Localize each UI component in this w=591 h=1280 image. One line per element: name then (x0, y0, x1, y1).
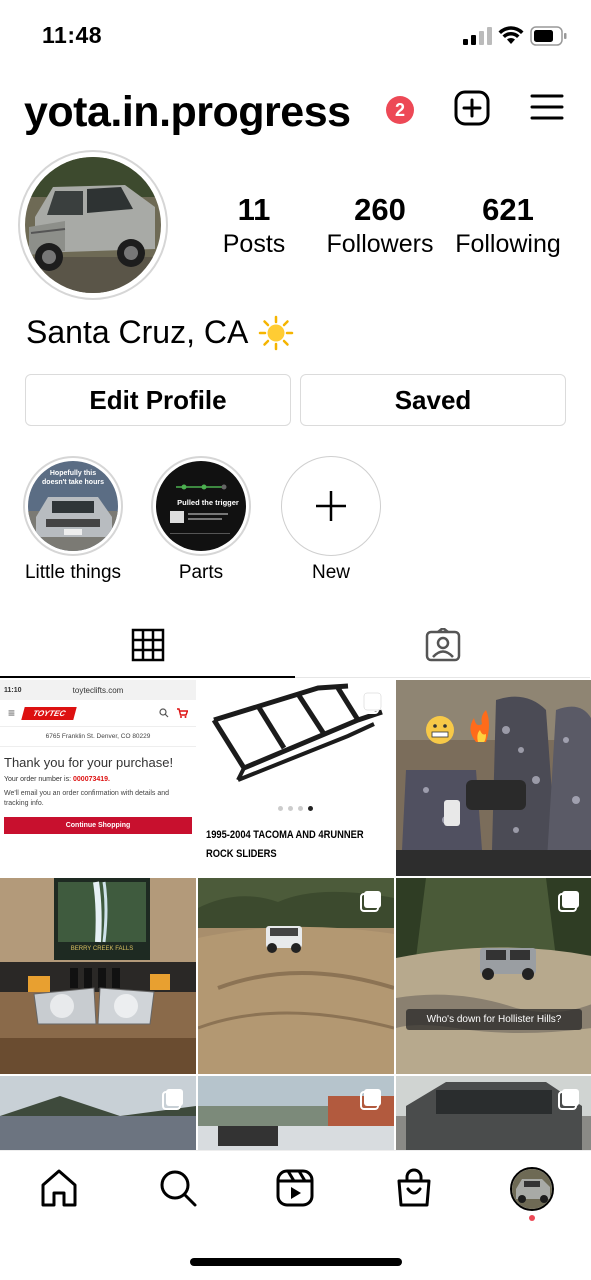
wifi-icon (498, 26, 524, 44)
carousel-icon (360, 891, 381, 912)
receipt-url: toyteclifts.com (72, 685, 124, 695)
search-icon[interactable] (157, 1167, 199, 1209)
highlight-ring: Hopefully this doesn't take hours (23, 456, 123, 556)
post-street-truck[interactable] (0, 1076, 196, 1150)
new-highlight-ring (281, 456, 381, 556)
bio-name: Santa Cruz, CA (26, 314, 294, 351)
carousel-icon (558, 891, 579, 912)
post-rock-sliders[interactable]: 1995-2004 TACOMA AND 4RUNNER ROCK SLIDER… (198, 680, 394, 876)
tab-tagged[interactable] (295, 620, 590, 678)
toytec-logo: TOYTEC (21, 706, 78, 720)
edit-profile-button[interactable]: Edit Profile (25, 374, 291, 426)
profile-tabs (0, 620, 591, 678)
highlight-label: Little things (24, 562, 122, 583)
username[interactable]: yota.in.progress (24, 88, 351, 137)
carousel-icon (558, 1089, 579, 1110)
carousel-icon (360, 692, 382, 714)
status-bar: 11:48 (0, 0, 591, 70)
order-label: Your order number is: (4, 776, 72, 783)
waterfall-caption: BERRY CREEK FALLS (71, 946, 133, 952)
search-icon (159, 708, 169, 718)
cart-icon (177, 708, 188, 718)
svg-text:Pulled the trigger: Pulled the trigger (177, 498, 239, 507)
stat-posts[interactable]: 11 Posts (204, 192, 304, 260)
followers-label: Followers (326, 230, 434, 258)
home-indicator[interactable] (190, 1258, 402, 1266)
continue-shopping-button: Continue Shopping (4, 817, 192, 834)
menu-icon[interactable] (530, 92, 564, 122)
signal-icon (463, 27, 492, 45)
stat-following[interactable]: 621 Following (446, 192, 570, 260)
posts-count: 11 (237, 192, 271, 227)
profile-notification-dot (529, 1215, 535, 1221)
tagged-icon (425, 628, 460, 662)
highlight-label: Parts (178, 562, 224, 583)
saved-button[interactable]: Saved (300, 374, 566, 426)
post-truck-front[interactable] (396, 1076, 591, 1150)
plus-icon (316, 491, 346, 521)
avatar-truck-photo (25, 157, 161, 293)
tab-posts-grid[interactable] (0, 620, 295, 678)
home-icon[interactable] (38, 1167, 80, 1209)
bottom-nav (0, 1150, 591, 1230)
profile-header: yota.in.progress 2 (0, 80, 591, 140)
post-seat-covers[interactable] (396, 680, 591, 876)
followers-count: 260 (354, 192, 406, 227)
post-caption-overlay: Who's down for Hollister Hills? (406, 1009, 582, 1030)
highlight-cover: Hopefully this doesn't take hours (28, 461, 118, 551)
highlight-label: New (311, 562, 350, 583)
sliders-caption: 1995-2004 TACOMA AND 4RUNNER ROCK SLIDER… (206, 829, 364, 860)
stat-followers[interactable]: 260 Followers (318, 192, 442, 260)
highlight-new[interactable]: New (271, 456, 391, 584)
receipt-email-text: We'll email you an order confirmation wi… (4, 790, 170, 807)
grid-icon (131, 628, 164, 662)
bio-text: Santa Cruz, CA (26, 314, 249, 350)
sun-icon (259, 315, 294, 350)
battery-icon (530, 26, 567, 46)
receipt-address: 6765 Franklin St. Denver, CO 80229 (0, 727, 196, 747)
post-offroad-trail[interactable] (198, 878, 394, 1074)
shop-icon[interactable] (393, 1167, 435, 1209)
receipt-time: 11:10 (4, 686, 22, 694)
receipt-thanks: Thank you for your purchase! (4, 755, 174, 770)
carousel-icon (360, 1089, 381, 1110)
highlight-ring: Pulled the trigger (151, 456, 251, 556)
highlight-parts[interactable]: Pulled the trigger Parts (141, 456, 261, 584)
following-label: Following (455, 230, 561, 258)
post-headlights[interactable]: BERRY CREEK FALLS (0, 878, 196, 1074)
svg-text:Hopefully this: Hopefully this (50, 470, 96, 477)
posts-grid: 11:10 toyteclifts.com ≡ TOYTEC 6765 Fran… (0, 680, 591, 1150)
highlight-cover: Pulled the trigger (156, 461, 246, 551)
post-hollister-hills[interactable]: Who's down for Hollister Hills? (396, 878, 591, 1074)
post-receipt[interactable]: 11:10 toyteclifts.com ≡ TOYTEC 6765 Fran… (0, 680, 196, 876)
post-truck-driveway[interactable] (198, 1076, 394, 1150)
status-time: 11:48 (42, 22, 103, 48)
highlight-little-things[interactable]: Hopefully this doesn't take hours Little… (13, 456, 133, 584)
carousel-dots (278, 806, 313, 811)
posts-label: Posts (222, 230, 286, 258)
following-count: 621 (482, 192, 534, 227)
carousel-icon (162, 1089, 183, 1110)
order-number: 000073419. (73, 776, 110, 783)
profile-avatar[interactable] (18, 150, 168, 300)
notification-badge[interactable]: 2 (386, 96, 414, 124)
profile-avatar-nav[interactable] (510, 1167, 554, 1211)
create-post-icon[interactable] (454, 90, 490, 126)
svg-text:doesn't take hours: doesn't take hours (42, 479, 104, 486)
reels-icon[interactable] (274, 1167, 316, 1209)
